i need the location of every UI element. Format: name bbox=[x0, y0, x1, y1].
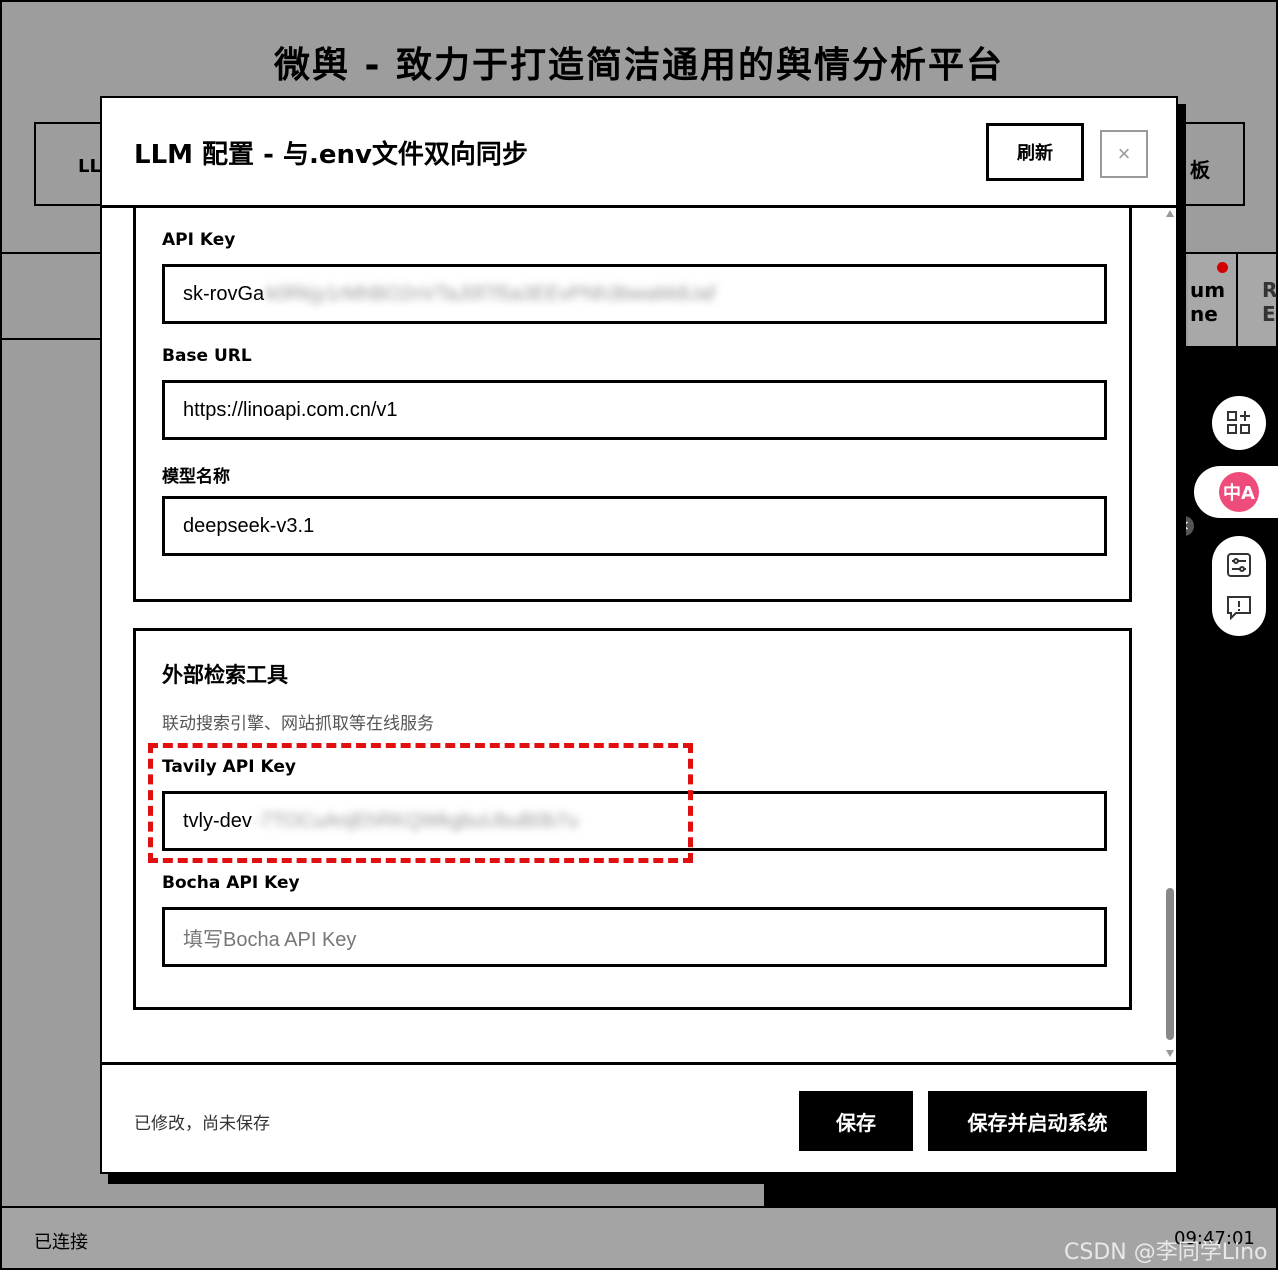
tab-left-label: LL bbox=[78, 156, 101, 177]
api-key-label: API Key bbox=[162, 230, 236, 250]
engine-tab-divider bbox=[1236, 254, 1238, 348]
base-url-value: https://linoapi.com.cn/v1 bbox=[183, 398, 398, 421]
apps-add-icon bbox=[1227, 411, 1250, 434]
scroll-down-icon[interactable] bbox=[1166, 1050, 1174, 1057]
engine-tab-text-1: um bbox=[1190, 278, 1226, 302]
modal-header: LLM 配置 - 与.env文件双向同步 刷新 × bbox=[102, 98, 1176, 208]
scroll-thumb[interactable] bbox=[1166, 888, 1174, 1040]
model-name-input[interactable]: deepseek-v3.1 bbox=[162, 496, 1107, 556]
api-key-input[interactable]: sk-rovGa k0Rkjy1rMhBO2nVTaJ0f7l5a3EEvPNh3… bbox=[162, 264, 1107, 324]
translate-button[interactable]: 中A bbox=[1194, 466, 1278, 518]
unsaved-status: 已修改，尚未保存 bbox=[134, 1114, 270, 1134]
modal-body[interactable]: API Key sk-rovGa k0Rkjy1rMhBO2nVTaJ0f7l5a… bbox=[102, 208, 1176, 1062]
scroll-up-icon[interactable] bbox=[1166, 210, 1174, 217]
translate-icon: 中A bbox=[1219, 472, 1259, 512]
tab-right-label: 板 bbox=[1190, 158, 1210, 182]
connection-status: 已连接 bbox=[34, 1232, 88, 1253]
llm-section: API Key sk-rovGa k0Rkjy1rMhBO2nVTaJ0f7l5a… bbox=[133, 208, 1132, 602]
left-panel bbox=[2, 254, 102, 340]
save-and-start-button[interactable]: 保存并启动系统 bbox=[928, 1091, 1147, 1151]
app-title: 微舆 - 致力于打造简洁通用的舆情分析平台 bbox=[273, 45, 1004, 86]
external-tools-title: 外部检索工具 bbox=[162, 663, 288, 687]
external-tools-description: 联动搜索引擎、网站抓取等在线服务 bbox=[162, 714, 434, 734]
settings-panel-icon[interactable] bbox=[1226, 552, 1252, 578]
api-key-value: sk-rovGa bbox=[183, 282, 265, 305]
modal-scrollbar[interactable] bbox=[1164, 208, 1176, 1062]
highlight-annotation bbox=[148, 743, 693, 863]
engine-tab-text-3: R bbox=[1262, 278, 1278, 302]
watermark: CSDN @李同学Lino bbox=[1064, 1240, 1268, 1265]
llm-config-modal: LLM 配置 - 与.env文件双向同步 刷新 × API Key sk-rov… bbox=[100, 96, 1178, 1174]
bocha-key-placeholder: 填写Bocha API Key bbox=[183, 928, 357, 951]
engine-tab-text-4: E bbox=[1262, 302, 1276, 326]
engine-tab-text-2: ne bbox=[1190, 302, 1218, 326]
model-name-value: deepseek-v3.1 bbox=[183, 514, 315, 537]
base-url-label: Base URL bbox=[162, 346, 252, 366]
refresh-button[interactable]: 刷新 bbox=[986, 123, 1084, 181]
modal-footer: 已修改，尚未保存 保存 保存并启动系统 bbox=[102, 1062, 1176, 1172]
api-key-masked: k0Rkjy1rMhBO2nVTaJ0f7l5a3EEvPNh3bwaMdUaf bbox=[266, 282, 716, 305]
bocha-key-label: Bocha API Key bbox=[162, 873, 300, 893]
engine-tabs-strip[interactable]: um ne R E bbox=[1188, 254, 1278, 348]
bocha-key-input[interactable]: 填写Bocha API Key bbox=[162, 907, 1107, 967]
notification-dot bbox=[1217, 262, 1228, 273]
model-name-label: 模型名称 bbox=[162, 467, 230, 487]
modal-title: LLM 配置 - 与.env文件双向同步 bbox=[134, 140, 528, 170]
apps-button[interactable] bbox=[1212, 396, 1266, 450]
close-icon[interactable]: × bbox=[1100, 130, 1148, 178]
side-tools-group bbox=[1212, 536, 1266, 636]
base-url-input[interactable]: https://linoapi.com.cn/v1 bbox=[162, 380, 1107, 440]
feedback-icon[interactable] bbox=[1226, 594, 1252, 620]
save-button[interactable]: 保存 bbox=[799, 1091, 913, 1151]
external-tools-section: 外部检索工具 联动搜索引擎、网站抓取等在线服务 Tavily API Key t… bbox=[133, 628, 1132, 1010]
